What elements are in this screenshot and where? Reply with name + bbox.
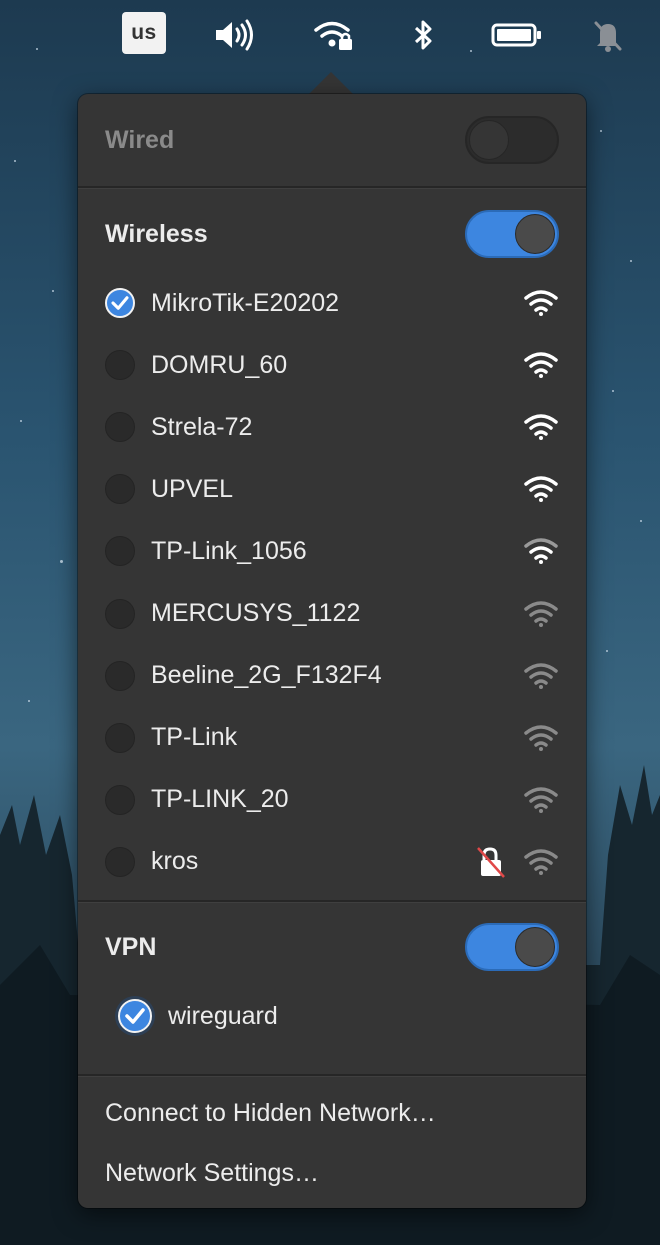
- divider: [78, 1074, 586, 1077]
- volume-icon[interactable]: [212, 12, 258, 58]
- battery-icon[interactable]: [490, 12, 544, 58]
- network-name: MikroTik-E20202: [151, 288, 340, 317]
- wifi-locked-icon[interactable]: [314, 12, 354, 58]
- wifi-signal-icon: [523, 413, 559, 441]
- wireless-toggle[interactable]: [465, 210, 559, 258]
- network-name: MERCUSYS_1122: [151, 599, 361, 627]
- radio-button[interactable]: [105, 722, 135, 753]
- radio-button[interactable]: [105, 536, 135, 567]
- wifi-signal-icon: [523, 724, 559, 752]
- vpn-label: VPN: [105, 932, 157, 961]
- radio-button[interactable]: [105, 660, 135, 691]
- wifi-signal-icon: [523, 537, 559, 565]
- wireless-network-item[interactable]: Beeline_2G_F132F4: [105, 654, 559, 698]
- wifi-signal-icon: [523, 351, 559, 379]
- wifi-signal-icon: [523, 848, 559, 876]
- wireless-network-item[interactable]: MikroTik-E20202: [105, 281, 559, 325]
- wireless-network-item[interactable]: MERCUSYS_1122: [105, 592, 559, 636]
- divider: [78, 186, 586, 189]
- radio-button[interactable]: [105, 412, 135, 443]
- wifi-signal-icon: [523, 600, 559, 628]
- network-name: TP-Link_1056: [151, 536, 307, 565]
- wireless-network-item[interactable]: TP-LINK_20: [105, 778, 559, 822]
- wireless-network-item[interactable]: DOMRU_60: [105, 343, 559, 387]
- radio-button[interactable]: [105, 474, 135, 505]
- network-name: Beeline_2G_F132F4: [151, 661, 382, 690]
- checkmark-icon: [118, 999, 152, 1033]
- radio-button[interactable]: [105, 784, 135, 815]
- wireless-label: Wireless: [105, 219, 208, 248]
- vpn-section: VPN: [105, 923, 559, 971]
- top-panel: us: [0, 0, 660, 70]
- insecure-lock-icon: [475, 845, 507, 879]
- wireless-network-item[interactable]: TP-Link: [105, 716, 559, 760]
- connect-hidden-network-item[interactable]: Connect to Hidden Network…: [105, 1099, 559, 1128]
- keyboard-layout-indicator[interactable]: us: [122, 12, 166, 54]
- wireless-network-item[interactable]: Strela-72: [105, 405, 559, 449]
- wireless-network-item[interactable]: kros: [105, 840, 559, 884]
- network-name: TP-LINK_20: [151, 785, 289, 814]
- vpn-connection-name: wireguard: [168, 1001, 278, 1030]
- vpn-item-wireguard[interactable]: wireguard: [118, 994, 559, 1038]
- wireless-network-item[interactable]: UPVEL: [105, 467, 559, 511]
- network-name: DOMRU_60: [151, 350, 288, 379]
- wireless-network-item[interactable]: TP-Link_1056: [105, 529, 559, 573]
- bluetooth-icon[interactable]: [408, 12, 438, 58]
- network-popover: Wired Wireless MikroTik-E20202 DOMRU_60 St…: [78, 94, 586, 1208]
- popover-arrow: [309, 72, 353, 94]
- vpn-toggle[interactable]: [465, 923, 559, 971]
- wifi-signal-icon: [523, 662, 559, 690]
- radio-button[interactable]: [105, 598, 135, 629]
- network-name: TP-Link: [151, 723, 238, 752]
- wireless-section: Wireless: [105, 210, 559, 258]
- notifications-muted-icon[interactable]: [588, 12, 628, 58]
- wifi-signal-icon: [523, 475, 559, 503]
- network-name: kros: [151, 847, 199, 876]
- radio-button[interactable]: [105, 350, 135, 381]
- wifi-signal-icon: [523, 289, 559, 317]
- divider: [78, 900, 586, 903]
- wifi-signal-icon: [523, 786, 559, 814]
- wired-toggle[interactable]: [465, 116, 559, 164]
- wired-section: Wired: [105, 116, 559, 164]
- network-settings-item[interactable]: Network Settings…: [105, 1159, 559, 1188]
- network-name: Strela-72: [151, 412, 253, 441]
- radio-button[interactable]: [105, 846, 135, 877]
- network-name: UPVEL: [151, 474, 233, 503]
- wired-label: Wired: [105, 125, 175, 154]
- checkmark-icon[interactable]: [105, 288, 135, 318]
